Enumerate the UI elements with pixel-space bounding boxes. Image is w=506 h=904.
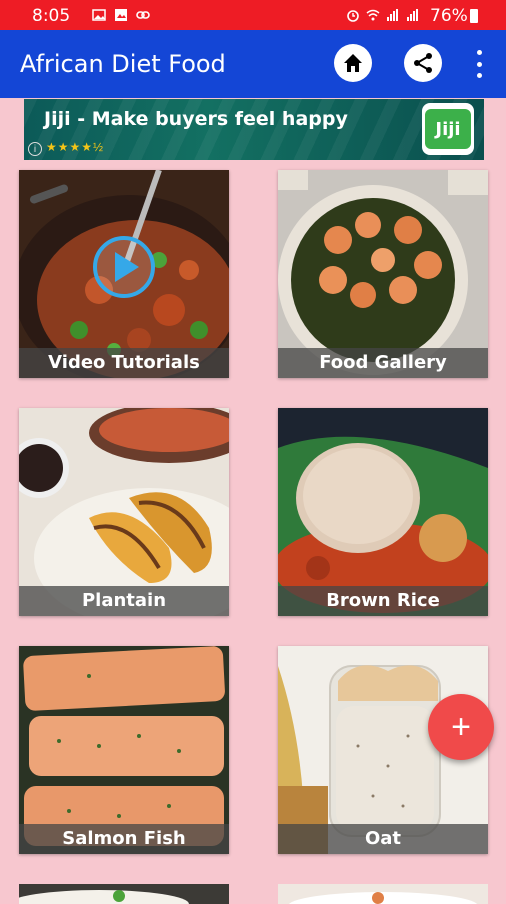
battery-percent: 76% — [430, 6, 468, 26]
wifi-icon — [366, 9, 380, 21]
card-label: Plantain — [19, 586, 229, 616]
card-label: Salmon Fish — [19, 824, 229, 854]
gallery-icon — [115, 9, 127, 21]
alarm-icon — [347, 10, 359, 22]
card-food-gallery[interactable]: Food Gallery — [278, 170, 488, 378]
card-label: Brown Rice — [278, 586, 488, 616]
card-salmon-fish[interactable]: Salmon Fish — [19, 646, 229, 854]
home-button[interactable] — [334, 44, 372, 82]
jiji-logo: Jiji — [422, 103, 474, 155]
app-title: African Diet Food — [20, 50, 226, 78]
partial-image-left — [19, 890, 189, 904]
card-video-tutorials[interactable]: Video Tutorials — [19, 170, 229, 378]
add-fab[interactable]: + — [428, 694, 494, 760]
card-partial-right[interactable] — [278, 884, 488, 904]
system-icons — [346, 8, 420, 22]
ad-rating-stars: ★★★★½ — [46, 140, 105, 154]
card-label: Oat — [278, 824, 488, 854]
add-icon: + — [451, 708, 471, 746]
battery-icon — [470, 9, 478, 23]
salmon-fish-image — [19, 646, 229, 854]
notification-icons — [92, 8, 150, 22]
share-icon — [414, 53, 432, 73]
partial-image-right — [289, 892, 477, 904]
signal-icon-2 — [407, 9, 418, 21]
image-icon — [92, 9, 106, 21]
brown-rice-image — [278, 408, 488, 616]
card-plantain[interactable]: Plantain — [19, 408, 229, 616]
ad-headline: Jiji - Make buyers feel happy — [44, 108, 348, 130]
video-tutorials-image — [19, 170, 229, 378]
card-label: Food Gallery — [278, 348, 488, 378]
app-bar: African Diet Food — [0, 30, 506, 98]
card-label: Video Tutorials — [19, 348, 229, 378]
status-bar: 8:05 76% — [0, 0, 506, 30]
ad-banner[interactable]: Jiji - Make buyers feel happy i ★★★★½ Ji… — [24, 99, 484, 160]
food-gallery-image — [278, 170, 488, 378]
more-vert-icon[interactable] — [472, 50, 486, 78]
plantain-image — [19, 408, 229, 616]
link-icon — [136, 11, 150, 19]
home-icon — [344, 54, 362, 72]
signal-icon — [387, 9, 398, 21]
ad-info-icon[interactable]: i — [28, 142, 42, 156]
card-brown-rice[interactable]: Brown Rice — [278, 408, 488, 616]
status-time: 8:05 — [32, 6, 71, 26]
card-partial-left[interactable] — [19, 884, 229, 904]
share-button[interactable] — [404, 44, 442, 82]
